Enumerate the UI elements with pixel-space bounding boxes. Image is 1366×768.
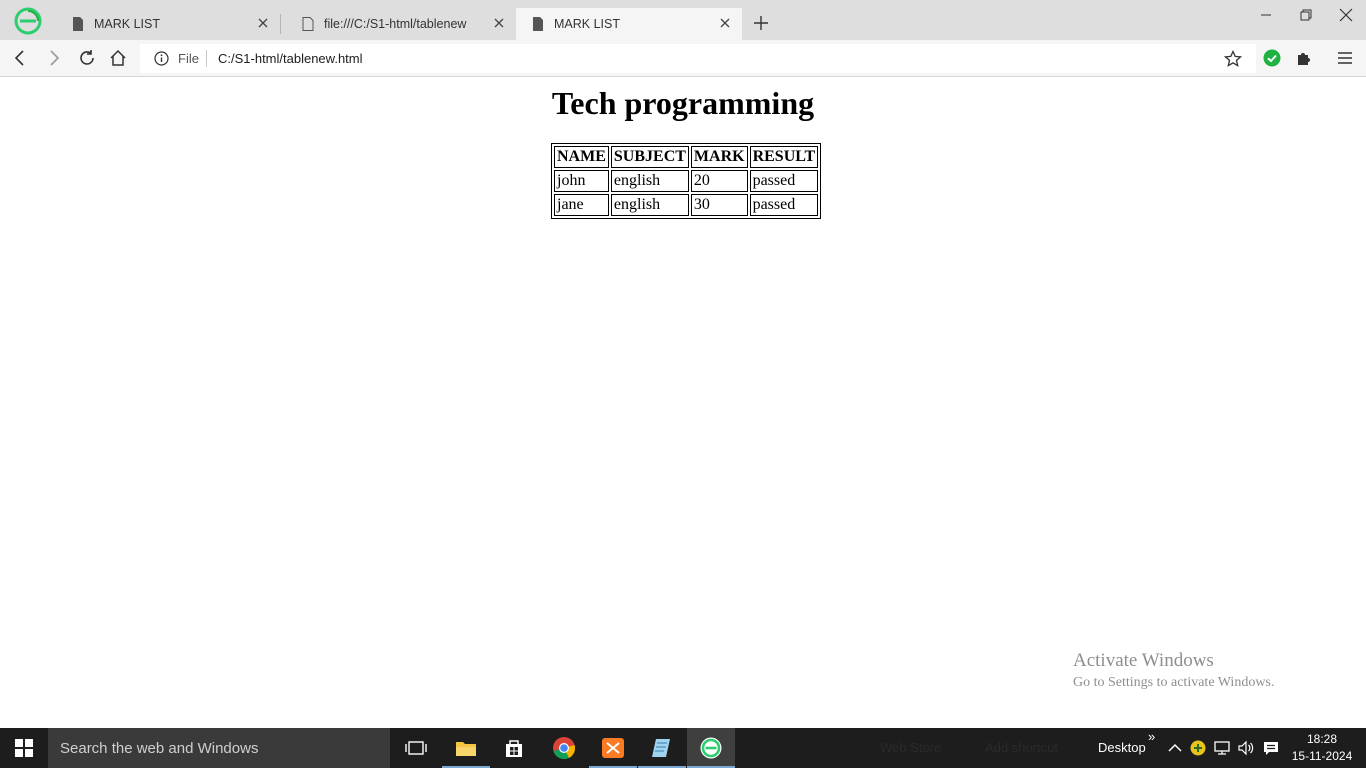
tab-separator bbox=[280, 14, 281, 34]
tab-strip: MARK LIST file:///C:/S1-html/tablenew MA… bbox=[0, 0, 1366, 40]
taskbar-app-notepad[interactable] bbox=[638, 728, 686, 768]
menu-icon[interactable] bbox=[1336, 49, 1354, 67]
mark-list-table: NAME SUBJECT MARK RESULT john english 20… bbox=[551, 143, 822, 219]
restore-icon[interactable] bbox=[1296, 6, 1316, 24]
search-placeholder: Search the web and Windows bbox=[60, 740, 259, 757]
table-row: jane english 30 passed bbox=[554, 194, 819, 216]
address-bar[interactable]: File C:/S1-html/tablenew.html bbox=[140, 44, 1256, 73]
taskbar-app-xampp[interactable] bbox=[589, 728, 637, 768]
table-row: john english 20 passed bbox=[554, 170, 819, 192]
taskbar-toolbar-add-shortcut[interactable]: Add shortcut bbox=[985, 740, 1058, 755]
browser-logo-icon[interactable] bbox=[14, 7, 42, 35]
browser-toolbar: File C:/S1-html/tablenew.html bbox=[0, 40, 1366, 77]
taskbar-app-file-explorer[interactable] bbox=[442, 728, 490, 768]
page-icon bbox=[533, 17, 543, 31]
scheme-label: File bbox=[178, 51, 199, 66]
taskbar-search-box[interactable]: Search the web and Windows bbox=[48, 728, 390, 768]
task-view-button[interactable] bbox=[392, 728, 440, 768]
table-header-row: NAME SUBJECT MARK RESULT bbox=[554, 146, 819, 168]
forward-icon[interactable] bbox=[44, 48, 64, 68]
cell-result: passed bbox=[749, 170, 819, 192]
back-icon[interactable] bbox=[10, 48, 30, 68]
folder-icon bbox=[456, 742, 476, 756]
cell-name: jane bbox=[554, 194, 609, 216]
header-name: NAME bbox=[554, 146, 609, 168]
close-window-icon[interactable] bbox=[1336, 6, 1356, 24]
toolbar-expand-chevron[interactable]: » bbox=[1148, 729, 1155, 744]
tab-file-url[interactable]: file:///C:/S1-html/tablenew bbox=[286, 8, 516, 40]
chrome-icon bbox=[553, 737, 575, 760]
xampp-icon bbox=[602, 738, 624, 758]
notepad-icon bbox=[652, 739, 670, 757]
omnibox-separator bbox=[206, 50, 207, 67]
store-bag-icon bbox=[506, 740, 522, 757]
cell-subject: english bbox=[610, 170, 689, 192]
cell-name: john bbox=[554, 170, 609, 192]
bookmark-star-icon[interactable] bbox=[1224, 50, 1242, 68]
watermark-line-2: Go to Settings to activate Windows. bbox=[1073, 675, 1275, 690]
close-icon[interactable] bbox=[492, 16, 506, 30]
taskbar-toolbar-web-store[interactable]: Web Store bbox=[880, 740, 941, 755]
start-button[interactable] bbox=[0, 728, 48, 768]
tab-title: file:///C:/S1-html/tablenew bbox=[324, 17, 467, 31]
watermark-line-1: Activate Windows bbox=[1073, 650, 1214, 671]
page-viewport: Tech programming NAME SUBJECT MARK RESUL… bbox=[0, 77, 1366, 728]
tab-mark-list-1[interactable]: MARK LIST bbox=[56, 8, 280, 40]
reload-icon[interactable] bbox=[77, 48, 97, 68]
page-title: Tech programming bbox=[551, 85, 815, 121]
header-mark: MARK bbox=[690, 146, 748, 168]
header-result: RESULT bbox=[749, 146, 819, 168]
clock-date: 15-11-2024 bbox=[1291, 749, 1353, 763]
tray-app-icon[interactable] bbox=[1189, 739, 1207, 757]
volume-icon[interactable] bbox=[1237, 739, 1255, 757]
cell-result: passed bbox=[749, 194, 819, 216]
home-icon[interactable] bbox=[108, 48, 128, 68]
browser-e-icon bbox=[700, 737, 722, 759]
clock-time: 18:28 bbox=[1306, 732, 1338, 746]
new-tab-icon[interactable] bbox=[752, 14, 770, 32]
taskbar: Search the web and Windows Web Store Add… bbox=[0, 728, 1366, 768]
network-icon[interactable] bbox=[1213, 739, 1231, 757]
cell-subject: english bbox=[610, 194, 689, 216]
url-text[interactable]: C:/S1-html/tablenew.html bbox=[218, 51, 363, 66]
taskbar-app-chrome[interactable] bbox=[540, 728, 588, 768]
show-hidden-icons-chevron-icon[interactable] bbox=[1166, 739, 1184, 757]
tab-title: MARK LIST bbox=[554, 17, 620, 31]
tab-mark-list-active[interactable]: MARK LIST bbox=[516, 8, 742, 40]
taskbar-app-store[interactable] bbox=[490, 728, 538, 768]
close-icon[interactable] bbox=[718, 16, 732, 30]
page-icon bbox=[73, 17, 83, 31]
info-icon[interactable] bbox=[154, 51, 169, 66]
green-check-icon[interactable] bbox=[1263, 49, 1281, 67]
cell-mark: 30 bbox=[690, 194, 748, 216]
page-icon bbox=[302, 17, 314, 31]
extensions-puzzle-icon[interactable] bbox=[1295, 49, 1313, 67]
activate-windows-watermark: Activate Windows Go to Settings to activ… bbox=[1073, 650, 1274, 691]
action-center-icon[interactable] bbox=[1262, 739, 1280, 757]
system-clock[interactable]: 18:28 15-11-2024 bbox=[1284, 731, 1360, 765]
windows-logo-icon bbox=[15, 739, 33, 757]
minimize-icon[interactable] bbox=[1256, 6, 1276, 24]
close-icon[interactable] bbox=[256, 16, 270, 30]
tab-title: MARK LIST bbox=[94, 17, 160, 31]
taskbar-app-browser[interactable] bbox=[687, 728, 735, 768]
header-subject: SUBJECT bbox=[610, 146, 689, 168]
desktop-toolbar-label[interactable]: Desktop bbox=[1098, 740, 1146, 755]
cell-mark: 20 bbox=[690, 170, 748, 192]
task-view-icon bbox=[405, 741, 427, 755]
